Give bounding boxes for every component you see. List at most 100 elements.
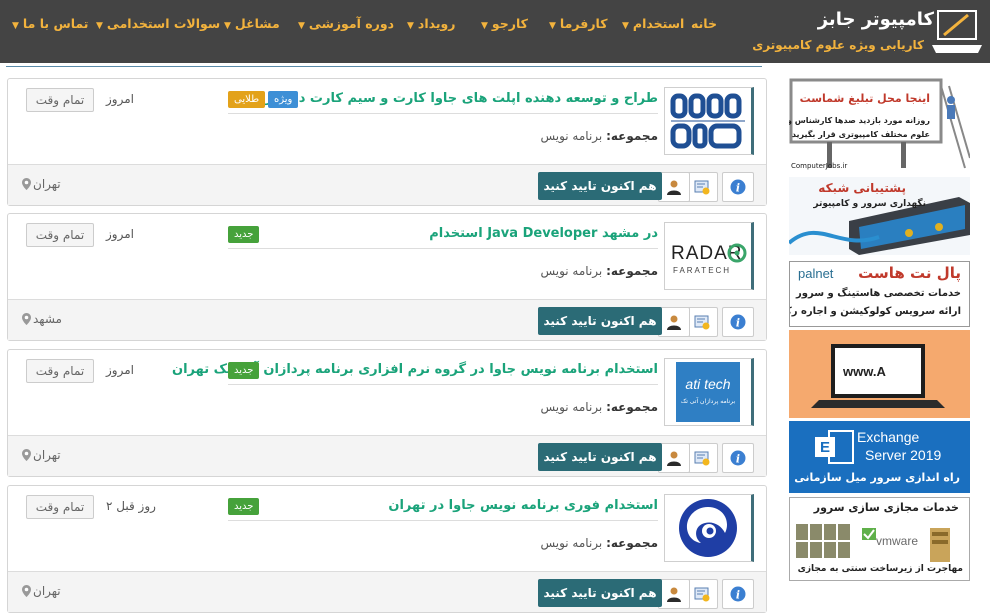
user-icon bbox=[667, 315, 681, 330]
nav-interview-questions[interactable]: ▼ سوالات استخدامی bbox=[96, 16, 220, 31]
job-location: تهران bbox=[22, 177, 61, 191]
divider bbox=[6, 66, 762, 67]
nav-events[interactable]: ▼ رویداد bbox=[407, 16, 456, 31]
site-logo[interactable]: کامپیوتر جابز کاریابی ویژه علوم کامپیوتر… bbox=[752, 5, 984, 59]
confirm-button[interactable]: هم اکنون تایید کنید bbox=[538, 443, 662, 471]
company-logo[interactable]: ati tech برنامه پردازان آتی تک bbox=[664, 358, 754, 426]
confirm-button[interactable]: هم اکنون تایید کنید bbox=[538, 579, 662, 607]
nav-jobseeker[interactable]: ▼ کارجو bbox=[481, 16, 528, 31]
job-category: مجموعه: برنامه نویس bbox=[540, 400, 658, 414]
badge-featured: ویژه bbox=[268, 91, 299, 108]
top-header: کامپیوتر جابز کاریابی ویژه علوم کامپیوتر… bbox=[0, 0, 990, 63]
job-card: استخدام فوری برنامه نویس جاوا در تهران م… bbox=[7, 485, 767, 613]
confirm-button[interactable]: هم اکنون تایید کنید bbox=[538, 172, 662, 200]
company-logo[interactable] bbox=[664, 494, 754, 562]
svg-text:ati tech: ati tech bbox=[685, 376, 730, 392]
user-icon bbox=[667, 180, 681, 195]
profile-button[interactable] bbox=[658, 579, 690, 609]
job-location: مشهد bbox=[22, 312, 62, 326]
svg-text:FARATECH: FARATECH bbox=[673, 266, 731, 275]
info-icon: i bbox=[730, 314, 746, 330]
document-star-icon bbox=[694, 315, 710, 330]
nav-jobs[interactable]: ▼ مشاغل bbox=[224, 16, 280, 31]
job-card: طراح و توسعه دهنده اپلت های جاوا کارت و … bbox=[7, 78, 767, 206]
amn-afzar-logo bbox=[670, 93, 745, 149]
map-pin-icon bbox=[22, 313, 31, 325]
job-location: تهران bbox=[22, 584, 61, 598]
info-icon: i bbox=[730, 450, 746, 466]
chevron-down-icon: ▼ bbox=[549, 21, 556, 31]
info-button[interactable]: i bbox=[722, 307, 754, 337]
badge-gold: طلایی bbox=[228, 91, 266, 108]
company-logo[interactable] bbox=[664, 87, 754, 155]
laptop-logo-icon bbox=[932, 10, 982, 53]
job-card: ati tech برنامه پردازان آتی تک استخدام ب… bbox=[7, 349, 767, 477]
user-icon bbox=[667, 587, 681, 602]
map-pin-icon bbox=[22, 585, 31, 597]
svg-text:برنامه پردازان آتی تک: برنامه پردازان آتی تک bbox=[681, 396, 736, 405]
job-location: تهران bbox=[22, 448, 61, 462]
svg-text:E: E bbox=[820, 439, 830, 456]
profile-button[interactable] bbox=[658, 172, 690, 202]
info-icon: i bbox=[730, 586, 746, 602]
profile-button[interactable] bbox=[658, 307, 690, 337]
exchange-logo-icon: E bbox=[815, 430, 854, 464]
document-star-icon bbox=[694, 587, 710, 602]
info-button[interactable]: i bbox=[722, 443, 754, 473]
nav-courses[interactable]: ▼ دوره آموزشی bbox=[298, 16, 394, 31]
chevron-down-icon: ▼ bbox=[407, 21, 414, 31]
info-button[interactable]: i bbox=[722, 579, 754, 609]
job-card: RADAR FARATECH استخدام Java Developer در… bbox=[7, 213, 767, 341]
ad-vmware[interactable]: خدمات مجازی سازی سرور vmware مهاجرت از ز… bbox=[789, 497, 970, 581]
svg-text:i: i bbox=[736, 182, 740, 195]
ad-network-support[interactable]: پشتیبانی شبکه نگهداری سرور و کامپیوتر bbox=[789, 177, 970, 255]
confirm-button[interactable]: هم اکنون تایید کنید bbox=[538, 307, 662, 335]
nav-employment[interactable]: ▼ استخدام bbox=[622, 16, 684, 31]
resume-button[interactable] bbox=[686, 307, 718, 337]
nav-contact[interactable]: ▼ تماس با ما bbox=[12, 16, 88, 31]
chevron-down-icon: ▼ bbox=[224, 21, 231, 31]
job-category: مجموعه: برنامه نویس bbox=[540, 264, 658, 278]
info-button[interactable]: i bbox=[722, 172, 754, 202]
chevron-down-icon: ▼ bbox=[481, 21, 488, 31]
job-category: مجموعه: برنامه نویس bbox=[540, 129, 658, 143]
job-type: تمام وقت bbox=[26, 359, 94, 383]
ad-exchange-server[interactable]: E Exchange Server 2019 راه اندازی سرور م… bbox=[789, 421, 970, 493]
map-pin-icon bbox=[22, 449, 31, 461]
site-tagline: کاریابی ویژه علوم کامپیوتری bbox=[752, 38, 924, 52]
job-title[interactable]: طراح و توسعه دهنده اپلت های جاوا کارت و … bbox=[250, 91, 658, 106]
swirl-company-logo bbox=[679, 499, 737, 557]
job-type: تمام وقت bbox=[26, 88, 94, 112]
chevron-down-icon: ▼ bbox=[12, 21, 19, 31]
info-icon: i bbox=[730, 179, 746, 195]
svg-text:i: i bbox=[736, 317, 740, 330]
site-name: کامپیوتر جابز bbox=[817, 9, 934, 30]
post-date: امروز bbox=[106, 92, 134, 106]
nav-employer[interactable]: ▼ کارفرما bbox=[549, 16, 607, 31]
post-date: امروز bbox=[106, 227, 134, 241]
svg-text:i: i bbox=[736, 453, 740, 466]
user-icon bbox=[667, 451, 681, 466]
company-logo[interactable]: RADAR FARATECH bbox=[664, 222, 754, 290]
post-date: ۲ روز قبل bbox=[106, 499, 156, 513]
job-type: تمام وقت bbox=[26, 495, 94, 519]
resume-button[interactable] bbox=[686, 579, 718, 609]
resume-button[interactable] bbox=[686, 172, 718, 202]
chevron-down-icon: ▼ bbox=[622, 21, 629, 31]
ad-palnet-host[interactable]: palnet پال نت هاست خدمات تخصصی هاستینگ و… bbox=[789, 261, 970, 327]
profile-button[interactable] bbox=[658, 443, 690, 473]
badge-new: جدید bbox=[228, 226, 260, 243]
job-title[interactable]: استخدام Java Developer در مشهد bbox=[429, 226, 658, 241]
post-date: امروز bbox=[106, 363, 134, 377]
document-star-icon bbox=[694, 451, 710, 466]
svg-text:i: i bbox=[736, 589, 740, 602]
ad-billboard[interactable]: اینجا محل تبلیغ شماست روزانه مورد بازدید… bbox=[789, 78, 970, 172]
ad-web-laptop[interactable]: www.A bbox=[789, 330, 970, 418]
radar-faratech-logo: RADAR FARATECH bbox=[671, 243, 747, 275]
document-star-icon bbox=[694, 180, 710, 195]
job-title[interactable]: استخدام فوری برنامه نویس جاوا در تهران bbox=[388, 498, 658, 513]
nav-home[interactable]: خانه bbox=[691, 16, 717, 31]
job-type: تمام وقت bbox=[26, 223, 94, 247]
resume-button[interactable] bbox=[686, 443, 718, 473]
job-category: مجموعه: برنامه نویس bbox=[540, 536, 658, 550]
